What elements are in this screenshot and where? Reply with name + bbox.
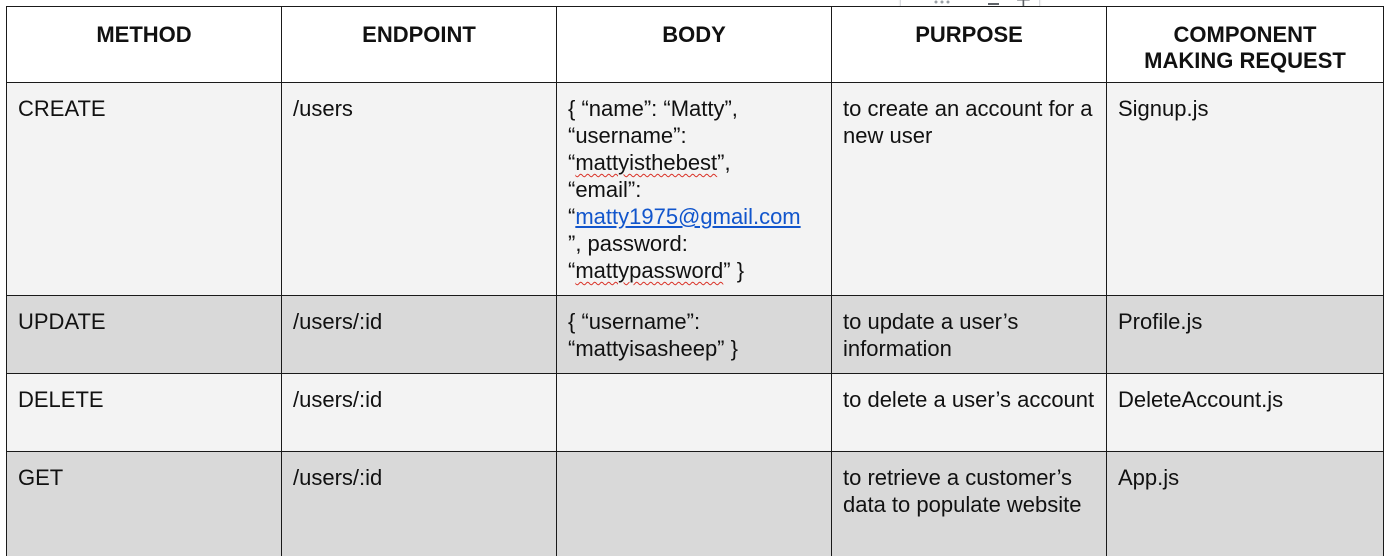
- cell-body[interactable]: { “username”: “mattyisasheep” }: [556, 295, 832, 374]
- header-method: METHOD: [6, 6, 282, 83]
- header-component-line1: COMPONENT: [1173, 22, 1317, 47]
- misspelled-word: mattypassword: [575, 258, 724, 283]
- cell-endpoint[interactable]: /users/:id: [281, 295, 557, 374]
- quote-mark: ”,: [717, 150, 731, 175]
- header-component-line2: MAKING REQUEST: [1144, 48, 1346, 73]
- cell-body[interactable]: [556, 451, 832, 556]
- body-line: “mattyisasheep” }: [568, 336, 738, 361]
- body-line: “mattyisthebest”,: [568, 149, 820, 176]
- cell-component[interactable]: Profile.js: [1106, 295, 1384, 374]
- cell-endpoint[interactable]: /users/:id: [281, 451, 557, 556]
- header-body: BODY: [556, 6, 832, 83]
- cell-body[interactable]: [556, 373, 832, 452]
- cell-method[interactable]: GET: [6, 451, 282, 556]
- body-line: “mattypassword” }: [568, 257, 820, 284]
- misspelled-word: mattyisthebest: [575, 150, 718, 175]
- cell-body[interactable]: { “name”: “Matty”, “username”: “mattyist…: [556, 82, 832, 296]
- table-row: GET /users/:id to retrieve a customer’s …: [6, 451, 1384, 556]
- cell-purpose[interactable]: to retrieve a customer’s data to populat…: [831, 451, 1107, 556]
- document-page: + METHOD ENDPOINT BODY PURPOSE COMPONENT…: [0, 0, 1384, 556]
- body-line: ”, password:: [568, 231, 688, 256]
- quote-mark: ” }: [723, 258, 745, 283]
- body-line: “matty1975@gmail.com: [568, 203, 820, 230]
- cell-component[interactable]: App.js: [1106, 451, 1384, 556]
- body-line: “email”:: [568, 177, 642, 202]
- body-line: { “username”:: [568, 309, 701, 334]
- header-purpose: PURPOSE: [831, 6, 1107, 83]
- body-line: { “name”: “Matty”,: [568, 96, 738, 121]
- table-row: UPDATE /users/:id { “username”: “mattyis…: [6, 295, 1384, 374]
- cell-purpose[interactable]: to update a user’s information: [831, 295, 1107, 374]
- api-endpoints-table: METHOD ENDPOINT BODY PURPOSE COMPONENT M…: [6, 6, 1384, 556]
- email-link[interactable]: matty1975@gmail.com: [575, 204, 800, 229]
- cell-method[interactable]: UPDATE: [6, 295, 282, 374]
- table-row: DELETE /users/:id to delete a user’s acc…: [6, 373, 1384, 452]
- cell-method[interactable]: DELETE: [6, 373, 282, 452]
- cell-endpoint[interactable]: /users/:id: [281, 373, 557, 452]
- cell-purpose[interactable]: to create an account for a new user: [831, 82, 1107, 296]
- table-header-row: METHOD ENDPOINT BODY PURPOSE COMPONENT M…: [6, 6, 1384, 83]
- body-line: “username”:: [568, 123, 687, 148]
- cell-component[interactable]: Signup.js: [1106, 82, 1384, 296]
- table-row: CREATE /users { “name”: “Matty”, “userna…: [6, 82, 1384, 296]
- cell-method[interactable]: CREATE: [6, 82, 282, 296]
- cell-component[interactable]: DeleteAccount.js: [1106, 373, 1384, 452]
- header-endpoint: ENDPOINT: [281, 6, 557, 83]
- cell-endpoint[interactable]: /users: [281, 82, 557, 296]
- header-component: COMPONENT MAKING REQUEST: [1106, 6, 1384, 83]
- cell-purpose[interactable]: to delete a user’s account: [831, 373, 1107, 452]
